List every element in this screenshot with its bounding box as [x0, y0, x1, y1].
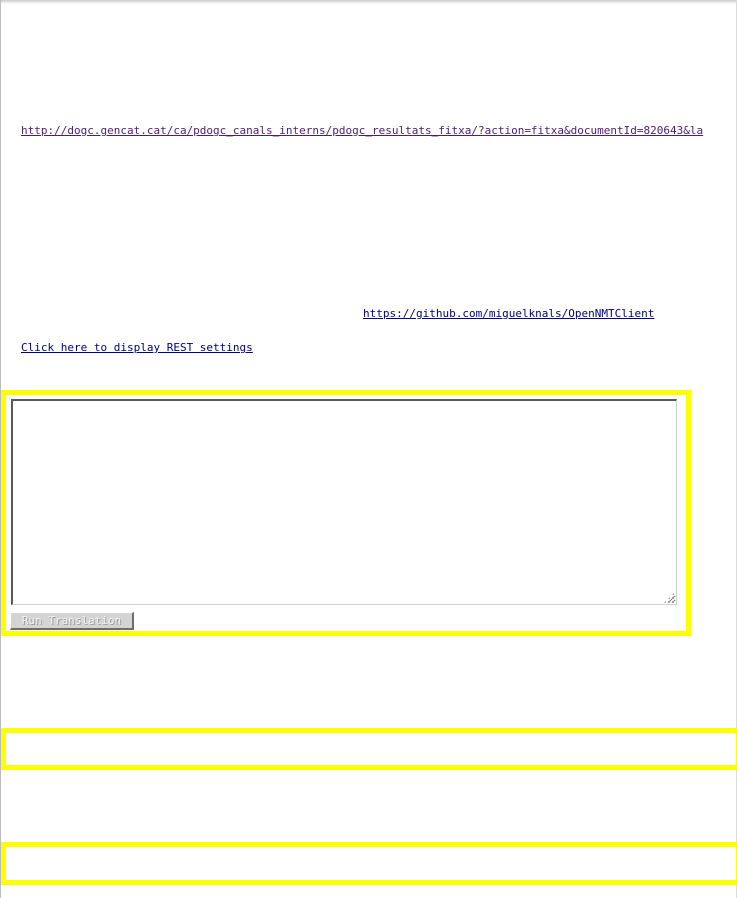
run-translation-button[interactable]: Run Translation — [10, 612, 134, 630]
page: http://dogc.gencat.cat/ca/pdogc_canals_i… — [0, 0, 737, 898]
result-panel-1 — [1, 728, 737, 770]
window-top-edge — [0, 0, 737, 4]
dogc-document-link[interactable]: http://dogc.gencat.cat/ca/pdogc_canals_i… — [21, 124, 703, 137]
result-panel-2 — [1, 842, 737, 885]
github-repo-link[interactable]: https://github.com/miguelknals/OpenNMTCl… — [363, 307, 654, 320]
rest-settings-link[interactable]: Click here to display REST settings — [21, 341, 253, 354]
source-text-input[interactable] — [11, 399, 677, 605]
